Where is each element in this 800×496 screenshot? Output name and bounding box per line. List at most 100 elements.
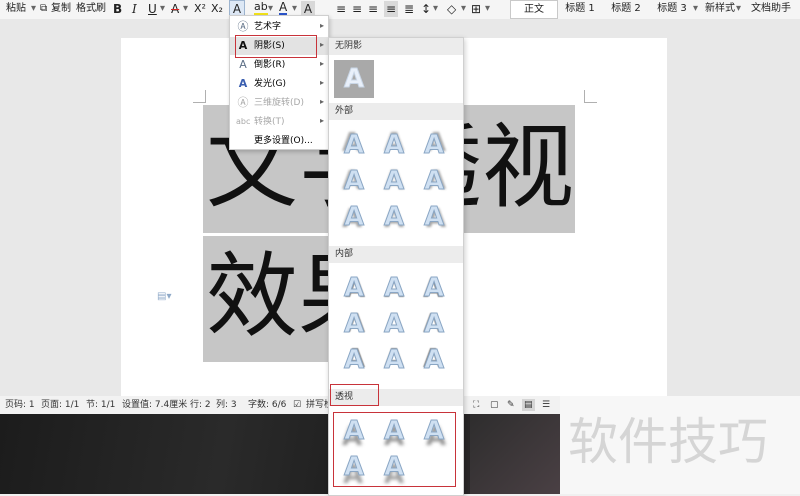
menu-item-art-text[interactable]: Ⓐ 艺术字 ▸ (230, 18, 328, 36)
format-painter-button[interactable]: 格式刷 (76, 2, 106, 16)
justify-icon[interactable]: ≡ (384, 1, 399, 17)
superscript-button[interactable]: X² (194, 1, 206, 17)
outer-shadow-option[interactable]: A (341, 202, 367, 233)
copy-button[interactable]: 复制 (51, 2, 71, 16)
no-shadow-option[interactable]: A (334, 60, 374, 98)
copy-icon: ⧉ (40, 3, 48, 14)
styles-more-icon[interactable]: ▾ (693, 2, 698, 16)
menu-item-label: 倒影(R) (254, 60, 286, 70)
submenu-arrow-icon: ▸ (319, 97, 324, 106)
underline-button[interactable]: U (148, 1, 157, 17)
reflection-icon: A (239, 58, 247, 71)
submenu-arrow-icon: ▸ (319, 59, 324, 68)
borders-dropdown-icon[interactable]: ▾ (485, 2, 490, 16)
style-heading-3[interactable]: 标题 3 (649, 0, 695, 17)
shading-dropdown-icon[interactable]: ▾ (461, 2, 466, 16)
line-spacing-icon[interactable]: ↕ (421, 1, 431, 17)
italic-button[interactable]: I (132, 1, 137, 17)
inner-shadow-option[interactable]: A (341, 309, 367, 340)
paste-button[interactable]: 粘贴 (6, 2, 26, 16)
highlight-dropdown-icon[interactable]: ▾ (268, 2, 273, 16)
fullscreen-icon[interactable]: ⛶ (473, 399, 479, 411)
font-color-button[interactable]: A (279, 1, 288, 16)
inner-shadow-option[interactable]: A (341, 273, 367, 304)
glow-icon: A (238, 77, 248, 90)
highlight-box-shadow-item (235, 35, 317, 58)
menu-item-glow[interactable]: A 发光(G) ▸ (230, 75, 328, 93)
status-page-number[interactable]: 页码: 1 (5, 399, 35, 411)
swatch-letter: A (343, 64, 365, 95)
outer-shadow-option[interactable]: A (381, 202, 407, 233)
outer-shadow-option[interactable]: A (381, 166, 407, 197)
watermark-text: 软件技巧 (568, 413, 768, 471)
menu-item-label: 转换(T) (254, 117, 285, 127)
align-center-icon[interactable]: ≡ (352, 1, 362, 17)
menu-item-label: 更多设置(O)... (254, 136, 313, 146)
paragraph-marker-icon[interactable]: ▤▾ (157, 291, 171, 302)
align-left-icon[interactable]: ≡ (336, 1, 346, 17)
outer-shadow-option[interactable]: A (341, 166, 367, 197)
new-style-dropdown-icon[interactable]: ▾ (736, 2, 741, 16)
borders-icon[interactable]: ⊞ (471, 1, 481, 17)
strike-dropdown-icon[interactable]: ▾ (183, 2, 188, 16)
inner-shadow-option[interactable]: A (341, 345, 367, 376)
subscript-button[interactable]: X₂ (211, 1, 223, 17)
status-column[interactable]: 列: 3 (216, 399, 237, 411)
transform-icon: abc (236, 117, 251, 126)
3d-rotation-icon: Ⓐ (237, 96, 249, 109)
inner-shadow-option[interactable]: A (421, 345, 447, 376)
menu-item-reflection[interactable]: A 倒影(R) ▸ (230, 56, 328, 74)
status-section[interactable]: 节: 1/1 (86, 399, 115, 411)
menu-item-more-settings[interactable]: 更多设置(O)... (230, 132, 328, 150)
spell-check-icon[interactable]: ☑ (293, 399, 301, 411)
outline-view-icon[interactable]: ☰ (542, 399, 550, 411)
inner-shadow-option[interactable]: A (421, 273, 447, 304)
style-heading-1[interactable]: 标题 1 (557, 0, 603, 17)
ribbon-toolbar: 粘贴 ▾ ⧉ 复制 格式刷 B I U ▾ A ▾ X² X₂ A ab ▾ A… (0, 0, 800, 19)
view-toolbar: ⛶ ▢ ✎ ▤ ☰ (470, 396, 560, 414)
section-outer: 外部 (329, 103, 463, 120)
distribute-icon[interactable]: ≣ (404, 1, 414, 17)
menu-item-3d-rotation[interactable]: Ⓐ 三维旋转(D) ▸ (230, 94, 328, 112)
menu-item-label: 三维旋转(D) (254, 98, 304, 108)
outer-shadow-option[interactable]: A (421, 166, 447, 197)
outer-shadow-option[interactable]: A (381, 130, 407, 161)
strikethrough-button[interactable]: A (171, 1, 179, 17)
edit-mode-icon[interactable]: ✎ (507, 399, 515, 411)
read-mode-icon[interactable]: ▢ (490, 399, 499, 411)
crop-mark (193, 90, 206, 103)
inner-shadow-option[interactable]: A (381, 345, 407, 376)
section-no-shadow: 无阴影 (329, 38, 463, 55)
inner-shadow-option[interactable]: A (381, 273, 407, 304)
highlight-button[interactable]: ab (254, 1, 268, 16)
style-normal[interactable]: 正文 (510, 0, 558, 19)
status-pages[interactable]: 页面: 1/1 (41, 399, 79, 411)
menu-item-transform[interactable]: abc 转换(T) ▸ (230, 113, 328, 131)
paste-dropdown-icon[interactable]: ▾ (31, 2, 36, 16)
style-heading-2[interactable]: 标题 2 (603, 0, 649, 17)
crop-mark (584, 90, 597, 103)
submenu-arrow-icon: ▸ (319, 78, 324, 87)
outer-shadow-option[interactable]: A (421, 202, 447, 233)
outer-shadow-option[interactable]: A (421, 130, 447, 161)
status-word-count[interactable]: 字数: 6/6 (248, 399, 286, 411)
outer-shadow-option[interactable]: A (341, 130, 367, 161)
inner-shadow-option[interactable]: A (421, 309, 447, 340)
bold-button[interactable]: B (113, 1, 122, 17)
menu-item-label: 艺术字 (254, 22, 282, 32)
highlight-box-perspective-label (330, 384, 379, 406)
line-spacing-dropdown-icon[interactable]: ▾ (433, 2, 438, 16)
align-right-icon[interactable]: ≡ (368, 1, 378, 17)
page-view-icon[interactable]: ▤ (522, 399, 535, 411)
menu-item-label: 发光(G) (254, 79, 286, 89)
status-row[interactable]: 行: 2 (190, 399, 211, 411)
new-style-button[interactable]: 新样式 (705, 2, 735, 16)
doc-assistant-button[interactable]: 文档助手 (751, 2, 791, 16)
font-color-dropdown-icon[interactable]: ▾ (292, 2, 297, 16)
status-setting-value[interactable]: 设置值: 7.4厘米 (122, 399, 187, 411)
submenu-arrow-icon: ▸ (319, 21, 324, 30)
inner-shadow-option[interactable]: A (381, 309, 407, 340)
underline-dropdown-icon[interactable]: ▾ (160, 2, 165, 16)
highlight-box-perspective-options (333, 412, 456, 487)
shading-fill-icon[interactable]: ◇ (447, 1, 456, 17)
